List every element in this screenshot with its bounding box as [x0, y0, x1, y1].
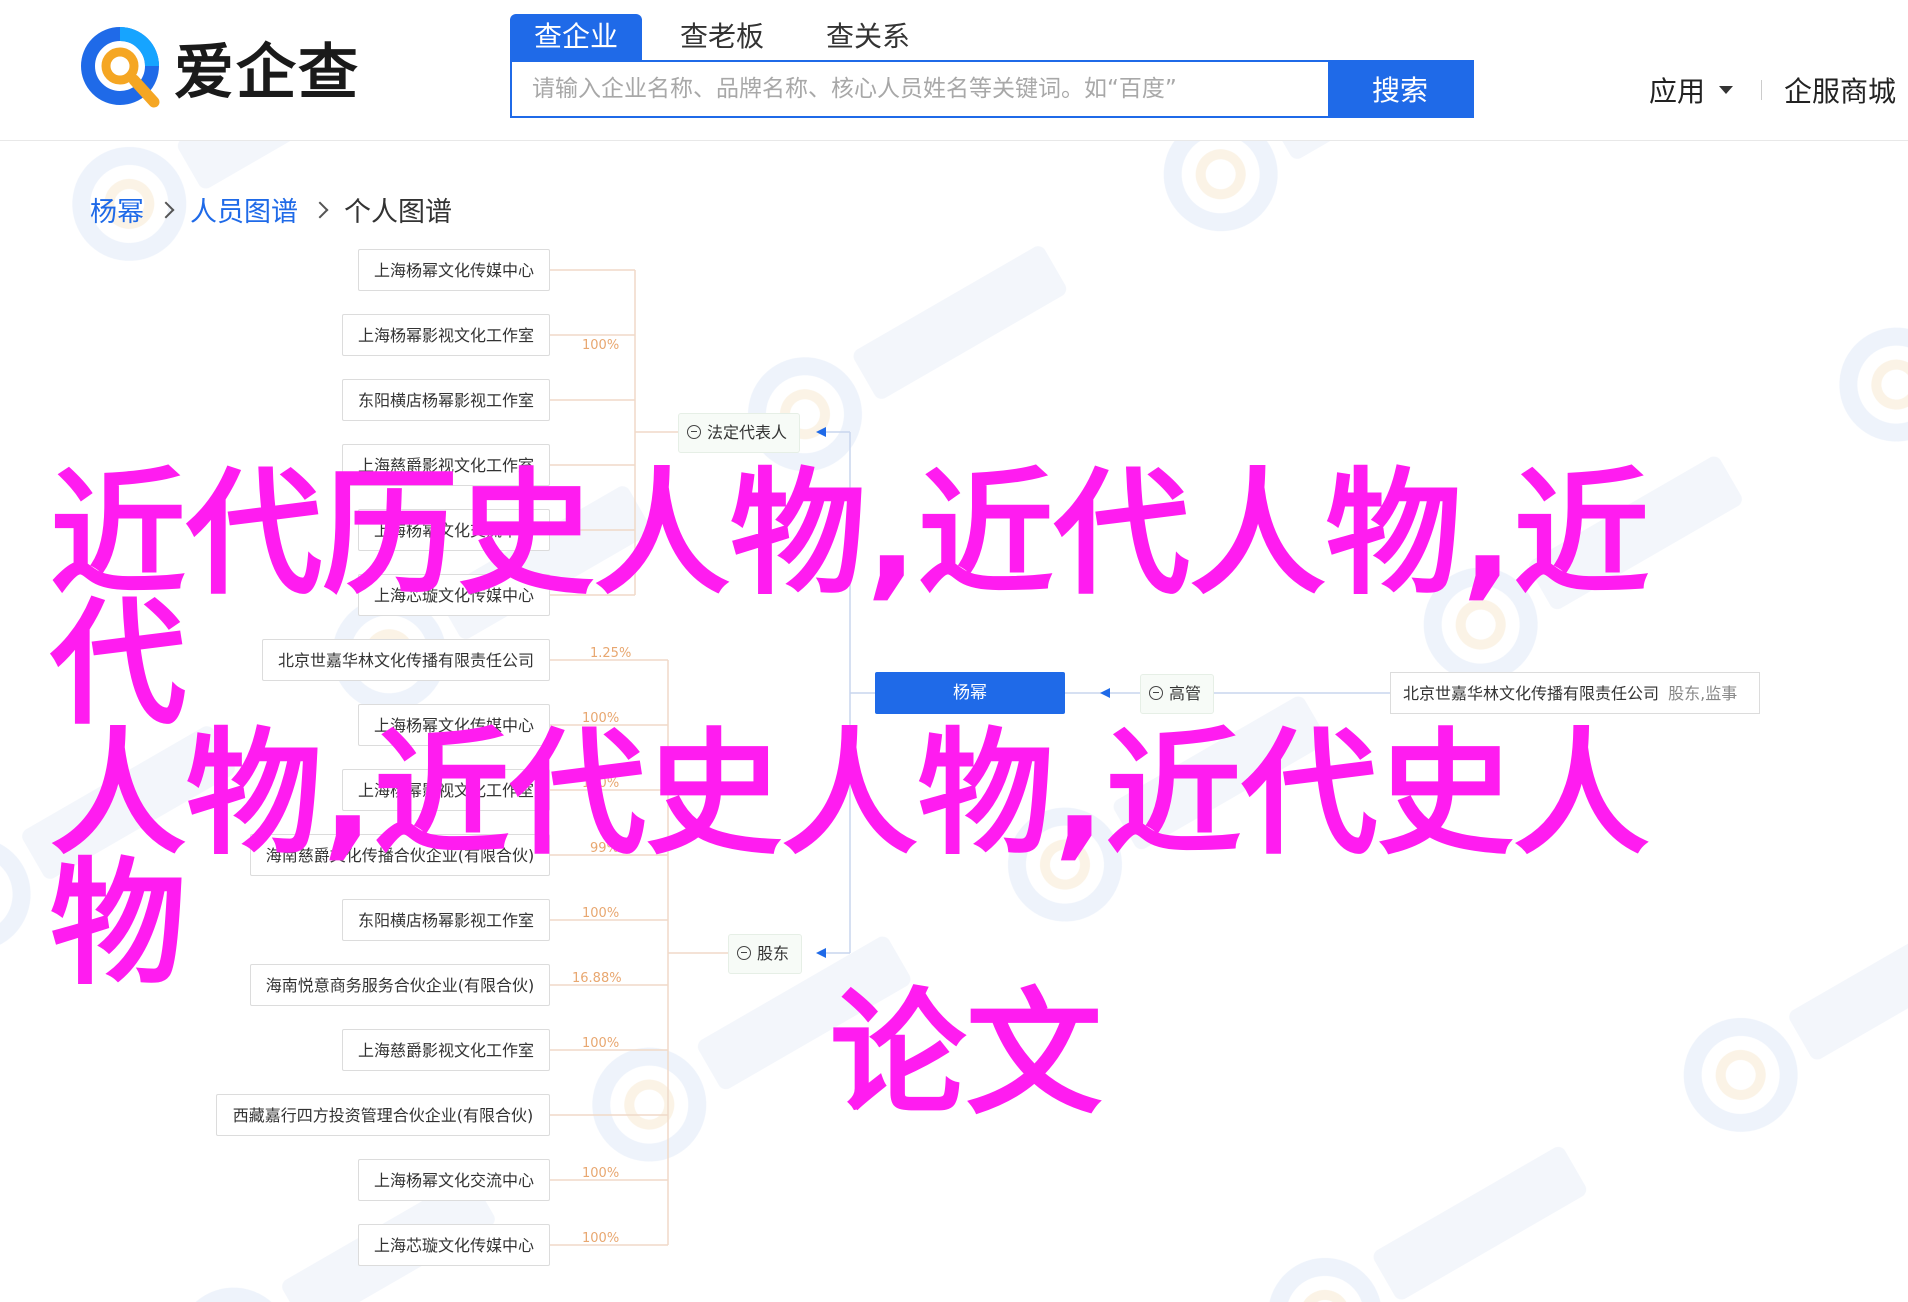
apps-menu[interactable]: 应用: [1649, 70, 1733, 110]
overlay-title: 近代历史人物,近代人物,近代 人物,近代史人物,近代史人物 论文: [50, 467, 1710, 1134]
search-input[interactable]: [512, 62, 1328, 116]
tab-company[interactable]: 查企业: [510, 14, 643, 60]
search-button[interactable]: 搜索: [1328, 62, 1472, 116]
services-link[interactable]: 企服商城: [1784, 70, 1896, 110]
shareholder-company[interactable]: 上海杨幂文化交流中心: [358, 1159, 550, 1201]
branch-label: 法定代表人: [707, 423, 788, 442]
legal-pct: 100%: [582, 338, 620, 353]
share-pct: 100%: [582, 1231, 620, 1246]
overlay-line-2: 人物,近代史人物,近代史人物: [50, 716, 1650, 1004]
apps-label: 应用: [1648, 75, 1705, 108]
arrow-left-icon: [816, 427, 826, 437]
collapse-icon[interactable]: [687, 425, 701, 439]
nav-divider: [1760, 80, 1762, 100]
logo-q-icon: [78, 22, 168, 112]
legal-rep-company[interactable]: 上海杨幂影视文化工作室: [342, 314, 550, 356]
share-pct: 100%: [582, 1166, 620, 1181]
search-box: 搜索: [510, 60, 1474, 118]
search-tabs: 查企业 查老板 查关系: [510, 14, 948, 60]
legal-rep-company[interactable]: 上海杨幂文化传媒中心: [358, 249, 550, 291]
legal-rep-company[interactable]: 东阳横店杨幂影视工作室: [342, 379, 550, 421]
logo[interactable]: 爱企查: [78, 22, 360, 112]
caret-down-icon: [1718, 86, 1733, 94]
logo-text: 爱企查: [174, 37, 360, 108]
overlay-line-3: 论文: [830, 976, 1102, 1134]
shareholder-company[interactable]: 上海芯璇文化传媒中心: [358, 1224, 550, 1266]
tab-boss[interactable]: 查老板: [656, 14, 788, 60]
overlay-line-1: 近代历史人物,近代人物,近代: [50, 456, 1650, 744]
branch-legal-rep[interactable]: 法定代表人: [678, 413, 801, 453]
top-header: 爱企查 查企业 查老板 查关系 搜索 应用 企服商城: [0, 0, 1908, 141]
services-label: 企服商城: [1783, 75, 1896, 108]
tab-relation[interactable]: 查关系: [802, 14, 934, 60]
top-nav: 应用 企服商城: [1649, 70, 1896, 110]
